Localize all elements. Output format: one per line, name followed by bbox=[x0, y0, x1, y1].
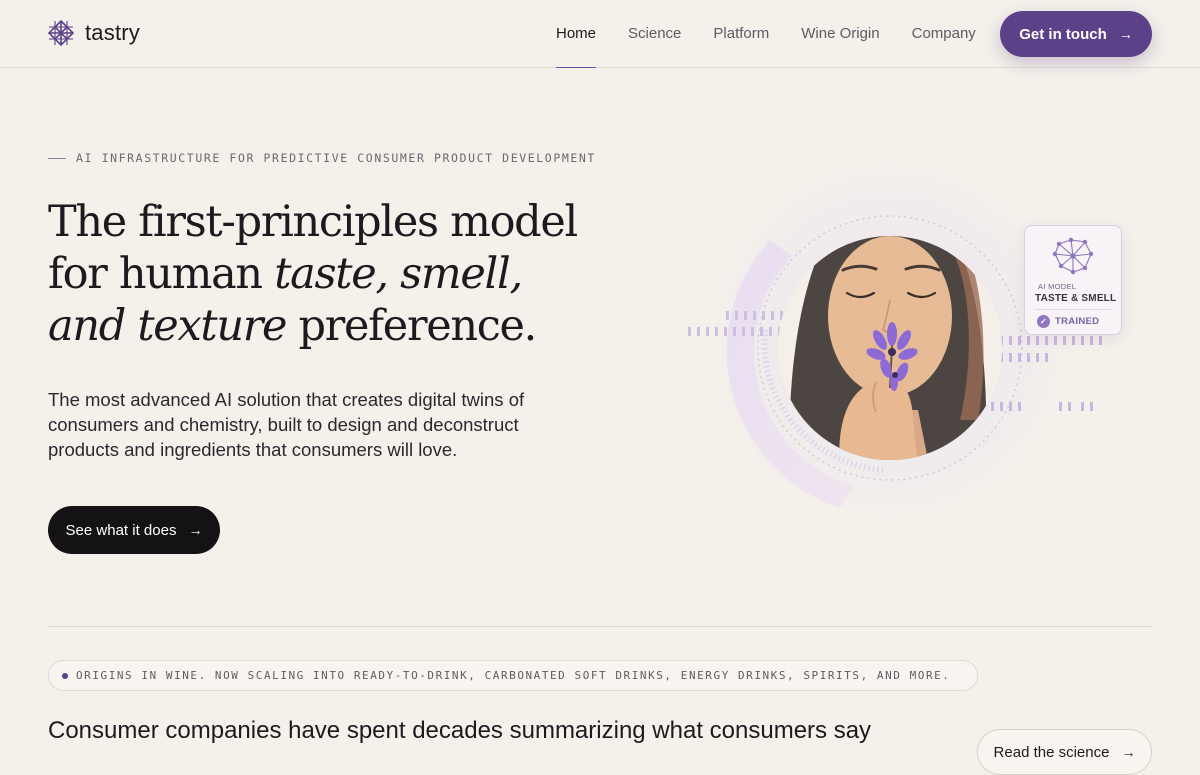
eyebrow-text: AI INFRASTRUCTURE FOR PREDICTIVE CONSUME… bbox=[76, 151, 596, 165]
hero-lead: The most advanced AI solution that creat… bbox=[48, 389, 525, 460]
ai-card-divider bbox=[1035, 309, 1111, 310]
arrow-right-icon: → bbox=[1121, 744, 1136, 760]
headline-line-1: The first-principles model bbox=[48, 197, 578, 247]
trained-badge: ✓ TRAINED bbox=[1037, 315, 1099, 328]
trained-label: TRAINED bbox=[1055, 316, 1100, 327]
nav-item-wine-origin[interactable]: Wine Origin bbox=[801, 0, 879, 68]
headline-line-3-plain: preference. bbox=[286, 301, 538, 351]
see-what-it-does-label: See what it does bbox=[65, 521, 177, 539]
nav-item-science[interactable]: Science bbox=[628, 0, 681, 68]
ai-model-card: AI MODEL TASTE & SMELL ✓ TRAINED bbox=[1024, 225, 1122, 335]
see-what-it-does-button[interactable]: See what it does → bbox=[48, 506, 220, 554]
neural-network-icon bbox=[1052, 237, 1094, 275]
headline-line-3-italic: and texture bbox=[48, 301, 287, 351]
get-in-touch-button[interactable]: Get in touch → bbox=[1000, 11, 1152, 57]
tastry-logo-icon bbox=[48, 20, 74, 46]
nav-item-home[interactable]: Home bbox=[556, 0, 597, 68]
section-divider bbox=[48, 626, 1152, 627]
hero-eyebrow: AI INFRASTRUCTURE FOR PREDICTIVE CONSUME… bbox=[48, 151, 596, 165]
pill-dot-icon bbox=[62, 672, 68, 679]
nav-item-platform[interactable]: Platform bbox=[713, 0, 769, 68]
check-icon: ✓ bbox=[1037, 315, 1050, 328]
ai-model-title: TASTE & SMELL bbox=[1035, 293, 1117, 304]
ai-model-label: AI MODEL bbox=[1038, 282, 1077, 291]
brand-name: tastry bbox=[85, 20, 140, 45]
origins-subhead: Consumer companies have spent decades su… bbox=[48, 717, 872, 744]
read-the-science-button[interactable]: Read the science → bbox=[977, 729, 1152, 775]
headline-line-2-italic: taste, smell, bbox=[274, 249, 523, 299]
nav-item-company[interactable]: Company bbox=[912, 0, 976, 68]
arrow-right-icon: → bbox=[188, 522, 203, 538]
arrow-right-icon: → bbox=[1118, 26, 1133, 42]
get-in-touch-label: Get in touch bbox=[1019, 25, 1107, 43]
site-header: tastry Home Science Platform Wine Origin… bbox=[0, 0, 1200, 68]
read-the-science-label: Read the science bbox=[993, 743, 1110, 761]
origins-pill-text: ORIGINS IN WINE. NOW SCALING INTO READY-… bbox=[76, 669, 951, 682]
eyebrow-dash bbox=[48, 157, 66, 159]
origins-pill: ORIGINS IN WINE. NOW SCALING INTO READY-… bbox=[48, 660, 978, 691]
hero-headline: The first-principles model for human tas… bbox=[48, 196, 608, 352]
main-nav: Home Science Platform Wine Origin Compan… bbox=[556, 0, 1008, 68]
headline-line-2-plain: for human bbox=[48, 249, 275, 299]
brand-logo[interactable]: tastry bbox=[48, 20, 140, 46]
